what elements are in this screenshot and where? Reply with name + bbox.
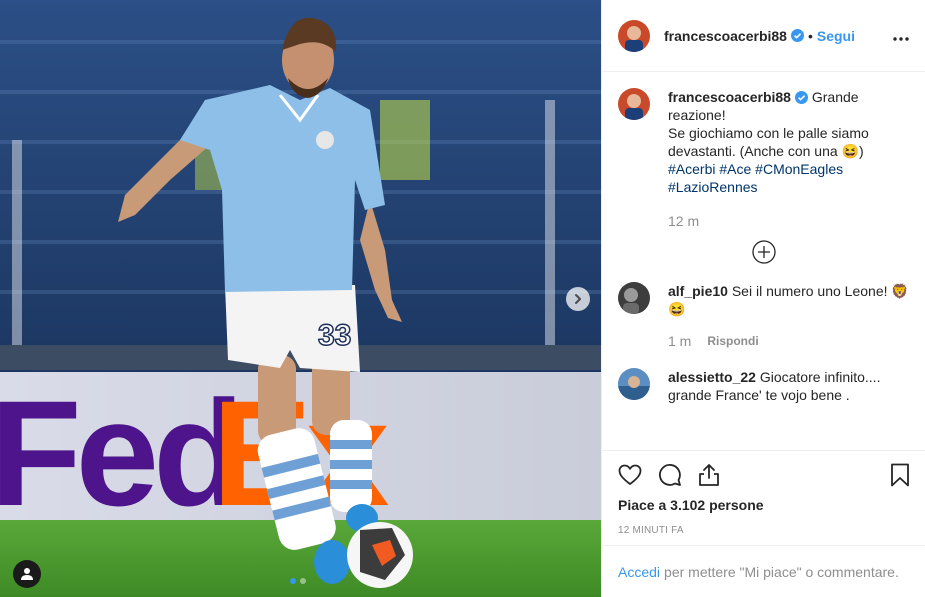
comment-icon	[659, 464, 681, 486]
post-actions: Piace a 3.102 persone 12 MINUTI FA	[602, 450, 925, 536]
avatar-image	[618, 88, 650, 120]
carousel-dot	[290, 578, 296, 584]
login-link[interactable]: Accedi	[618, 564, 660, 580]
comment-username[interactable]: alf_pie10	[668, 283, 728, 299]
comment-item: alessietto_22 Giocatore infinito.... gra…	[618, 368, 910, 404]
hashtag-link[interactable]: #Acerbi	[668, 161, 715, 177]
comment-username[interactable]: alessietto_22	[668, 369, 756, 385]
post-photo[interactable]: Fed Ex 33	[0, 0, 601, 597]
tagged-users-button[interactable]	[13, 560, 41, 588]
load-more-comments-button[interactable]	[618, 240, 910, 264]
caption-text: devastanti. (Anche con una 😆)	[668, 143, 864, 159]
caption-timestamp[interactable]: 12 m	[668, 212, 869, 230]
post-header: francescoacerbi88 • Segui	[602, 0, 925, 72]
svg-text:33: 33	[318, 319, 351, 352]
comment-text: Giocatore infinito....	[759, 369, 881, 385]
comment-item: alf_pie10 Sei il numero uno Leone! 🦁 😆 1…	[618, 282, 910, 350]
avatar[interactable]	[618, 368, 650, 400]
avatar-image	[618, 19, 650, 52]
hashtag-link[interactable]: #CMonEagles	[755, 161, 843, 177]
like-button[interactable]	[618, 464, 642, 486]
verified-icon	[790, 29, 804, 42]
follow-button[interactable]: Segui	[817, 28, 855, 44]
reply-button[interactable]: Rispondi	[707, 332, 758, 350]
login-prompt-text: per mettere "Mi piace" o commentare.	[664, 563, 899, 580]
add-circle-icon	[752, 240, 776, 264]
comment-button[interactable]	[658, 463, 682, 487]
player-photo: Fed Ex 33	[0, 0, 601, 597]
avatar-image	[618, 368, 650, 400]
hashtag-link[interactable]: #Ace	[719, 161, 751, 177]
comment-text: Sei il numero uno Leone! 🦁	[731, 283, 909, 299]
football	[347, 522, 413, 588]
login-prompt: Accedi per mettere "Mi piace" o commenta…	[602, 545, 925, 597]
caption-username[interactable]: francescoacerbi88	[668, 89, 791, 105]
comments-list[interactable]: francescoacerbi88 Grande reazione! Se gi…	[602, 72, 925, 450]
share-icon	[699, 464, 719, 486]
avatar-image	[618, 282, 650, 314]
avatar[interactable]	[618, 88, 650, 120]
bookmark-icon	[891, 463, 909, 487]
carousel-indicator	[290, 578, 306, 584]
caption-text: Se giochiamo con le palle siamo	[668, 125, 869, 141]
likes-count[interactable]: Piace a 3.102 persone	[618, 497, 910, 513]
verified-icon	[794, 91, 808, 104]
separator-dot: •	[807, 27, 813, 44]
post-timestamp[interactable]: 12 MINUTI FA	[618, 525, 910, 536]
user-tag-icon	[21, 568, 33, 580]
comment-timestamp[interactable]: 1 m	[668, 332, 691, 350]
next-photo-button[interactable]	[566, 287, 590, 311]
post-username[interactable]: francescoacerbi88	[664, 28, 787, 44]
post-caption: francescoacerbi88 Grande reazione! Se gi…	[618, 88, 910, 230]
comment-text: grande France' te vojo bene .	[668, 387, 850, 403]
more-options-button[interactable]	[893, 28, 909, 44]
avatar[interactable]	[618, 19, 650, 52]
more-icon	[893, 36, 909, 41]
comment-text: 😆	[668, 301, 686, 317]
heart-icon	[618, 464, 642, 485]
hashtag-link[interactable]: #LazioRennes	[668, 179, 758, 195]
caption-text: reazione!	[668, 107, 726, 123]
chevron-right-icon	[575, 294, 581, 304]
post-sidebar: francescoacerbi88 • Segui francescoacerb…	[601, 0, 925, 597]
avatar[interactable]	[618, 282, 650, 314]
save-button[interactable]	[890, 463, 910, 487]
share-button[interactable]	[698, 463, 720, 487]
carousel-dot	[300, 578, 306, 584]
caption-text: Grande	[811, 89, 859, 105]
svg-text:Fed: Fed	[0, 369, 239, 537]
